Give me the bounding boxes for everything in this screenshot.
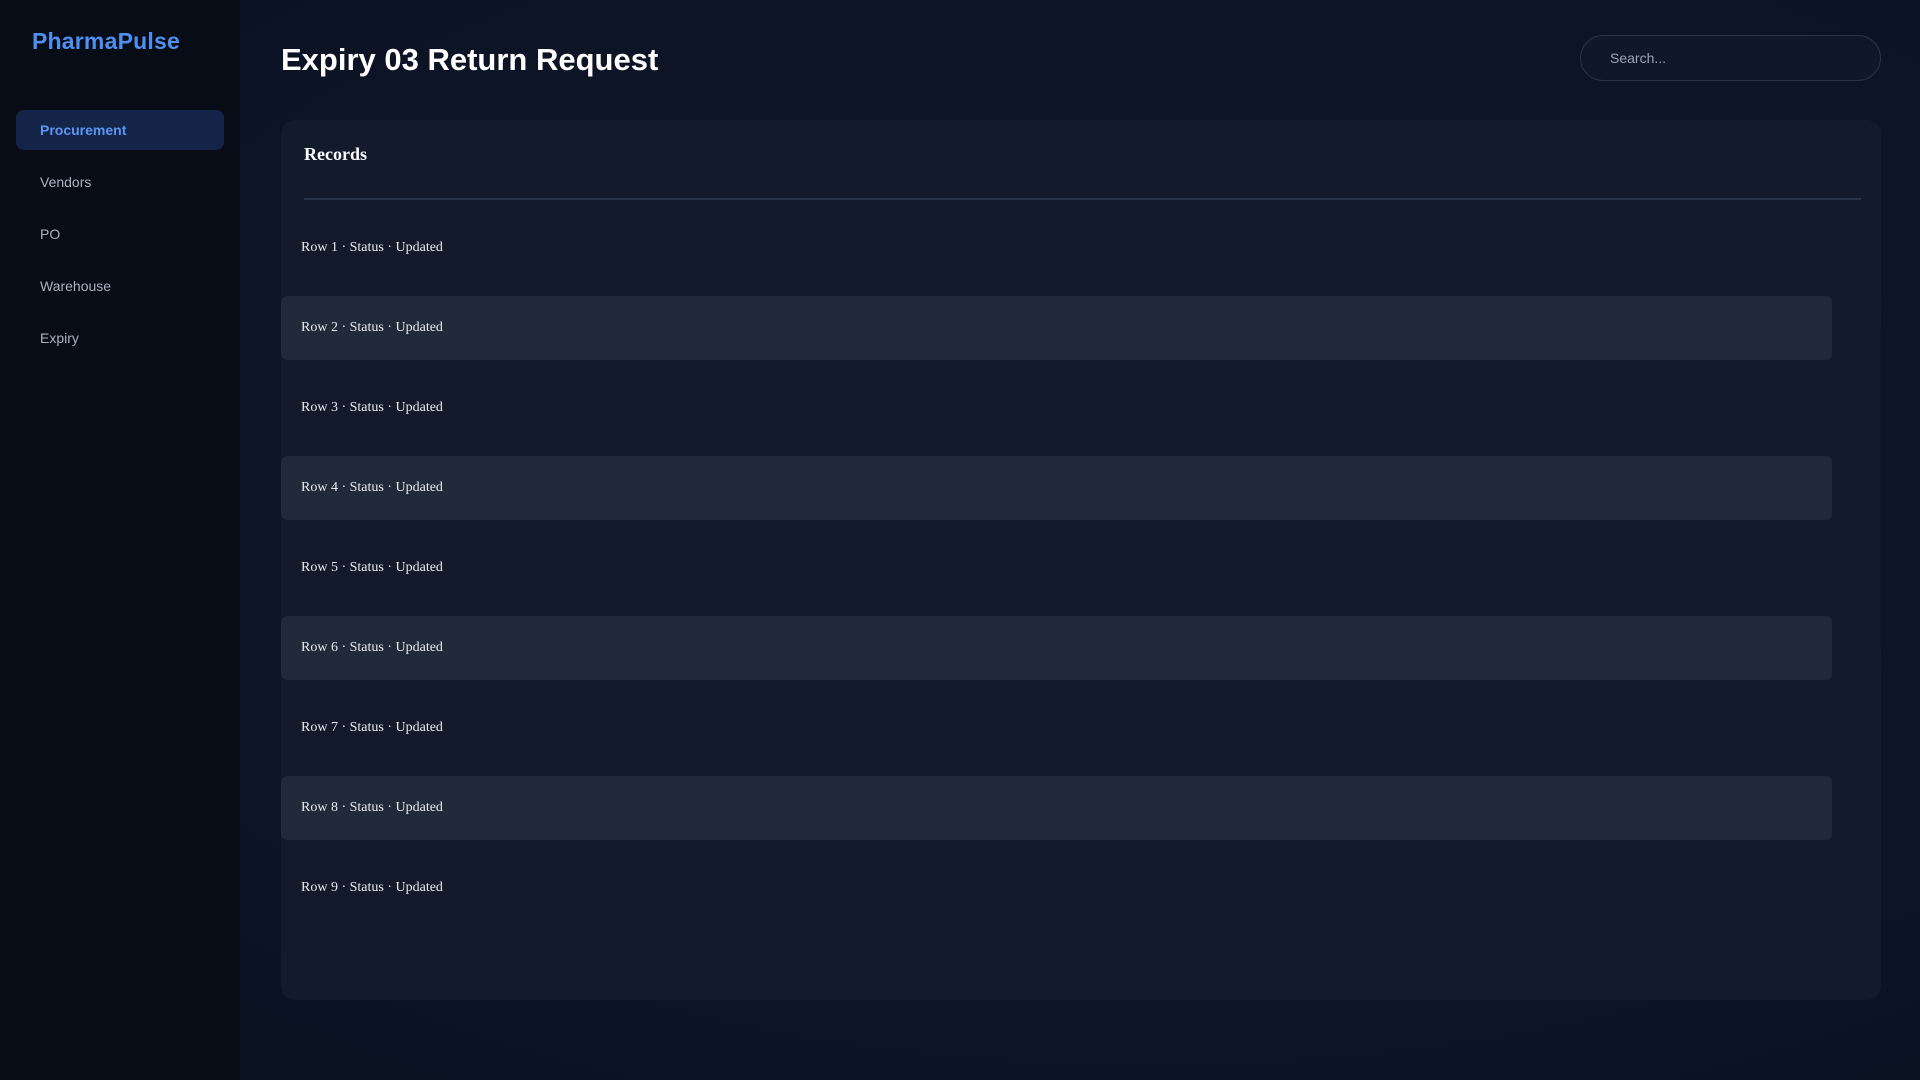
row-text: Row 8 · Status · Updated: [301, 800, 443, 815]
brand-logo[interactable]: PharmaPulse: [32, 28, 180, 55]
search-input[interactable]: [1610, 50, 1860, 66]
table-row[interactable]: Row 2 · Status · Updated: [281, 296, 1832, 360]
sidebar-item-vendors[interactable]: Vendors: [16, 162, 224, 202]
sidebar-item-label: PO: [40, 226, 61, 242]
sidebar: PharmaPulse Procurement Vendors PO Wareh…: [0, 0, 240, 1080]
row-text: Row 2 · Status · Updated: [301, 320, 443, 335]
sidebar-item-warehouse[interactable]: Warehouse: [16, 266, 224, 306]
table-row[interactable]: Row 6 · Status · Updated: [281, 616, 1832, 680]
sidebar-item-label: Warehouse: [40, 278, 112, 294]
records-title: Records: [304, 144, 367, 164]
sidebar-item-label: Expiry: [40, 330, 79, 346]
page-title: Expiry 03 Return Request: [281, 42, 659, 77]
sidebar-item-label: Procurement: [40, 122, 127, 138]
app-root: PharmaPulse Procurement Vendors PO Wareh…: [0, 0, 1920, 1080]
records-divider: [304, 198, 1861, 200]
sidebar-item-expiry[interactable]: Expiry: [16, 318, 224, 358]
row-text: Row 4 · Status · Updated: [301, 480, 443, 495]
row-text: Row 9 · Status · Updated: [301, 880, 443, 895]
table-row[interactable]: Row 7 · Status · Updated: [281, 696, 1832, 760]
row-text: Row 7 · Status · Updated: [301, 720, 443, 735]
table-row[interactable]: Row 9 · Status · Updated: [281, 856, 1832, 920]
sidebar-nav: Procurement Vendors PO Warehouse Expiry: [16, 110, 224, 370]
table-row[interactable]: Row 1 · Status · Updated: [281, 216, 1832, 280]
row-text: Row 6 · Status · Updated: [301, 640, 443, 655]
table-row[interactable]: Row 5 · Status · Updated: [281, 536, 1832, 600]
search-box[interactable]: [1580, 35, 1881, 81]
row-text: Row 5 · Status · Updated: [301, 560, 443, 575]
row-text: Row 3 · Status · Updated: [301, 400, 443, 415]
sidebar-item-procurement[interactable]: Procurement: [16, 110, 224, 150]
row-text: Row 1 · Status · Updated: [301, 240, 443, 255]
table-row[interactable]: Row 3 · Status · Updated: [281, 376, 1832, 440]
table-row[interactable]: Row 8 · Status · Updated: [281, 776, 1832, 840]
sidebar-item-label: Vendors: [40, 174, 92, 190]
table-row[interactable]: Row 4 · Status · Updated: [281, 456, 1832, 520]
sidebar-item-po[interactable]: PO: [16, 214, 224, 254]
records-panel: Records Row 1 · Status · Updated Row 2 ·…: [281, 120, 1881, 1000]
